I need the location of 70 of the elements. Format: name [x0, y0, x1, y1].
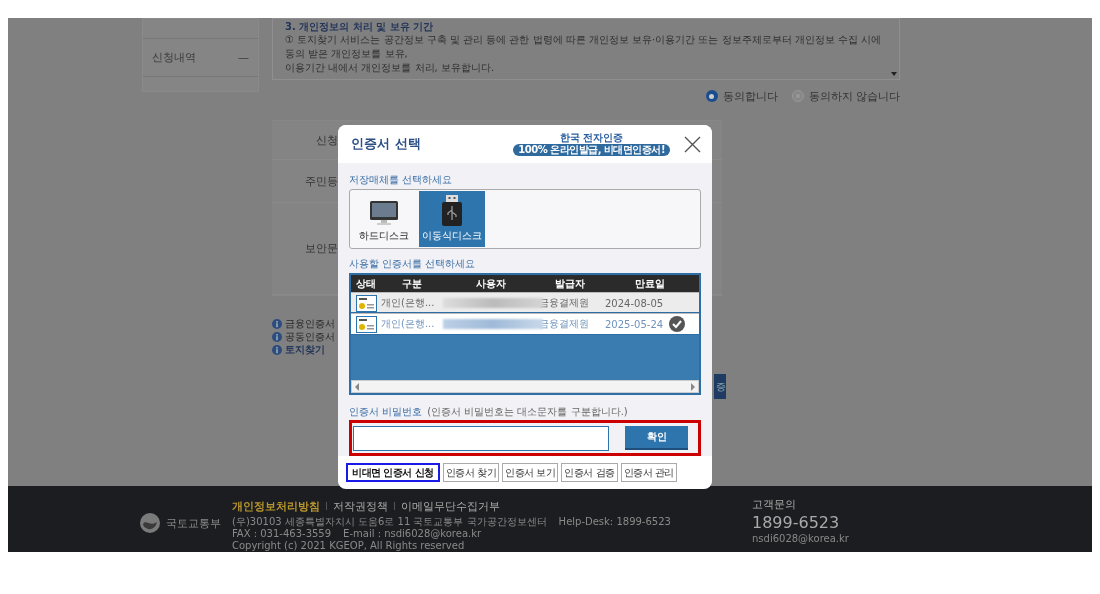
copyright-text: Copyright (c) 2021 KGEOP, All Rights reserved: [232, 540, 466, 552]
sidebar-item[interactable]: 신청내역 —: [143, 38, 258, 77]
notice-text: 금융인증서: [285, 316, 335, 331]
password-label: 인증서 비밀번호: [349, 405, 423, 419]
certificate-row[interactable]: 개인(은행... 금융결제원 2024-08-05: [351, 292, 699, 313]
table-cell-text: 금융결제원: [539, 317, 590, 331]
brand-logo: 한국 전자인증: [559, 132, 624, 143]
check-icon: [669, 316, 686, 332]
certificate-action-button[interactable]: 인증서 검증: [561, 463, 618, 482]
certificate-action-button[interactable]: 인증서 보기: [502, 463, 559, 482]
brand-slogan: 100% 온라인발급, 비대면인증서!: [513, 144, 670, 156]
contact-label: 고객문의: [752, 498, 797, 511]
certificate-icon: [355, 294, 377, 312]
column-header: 발급자: [554, 276, 586, 291]
emblem-logo-icon: [140, 513, 160, 533]
close-icon[interactable]: [684, 135, 701, 153]
password-field[interactable]: [353, 425, 609, 451]
terms-text: 이용기간 내에서 개인정보를 처리, 보유합니다.: [285, 61, 496, 75]
footer-address: FAX : 031-463-3559: [232, 528, 332, 540]
horizontal-scrollbar[interactable]: [351, 380, 699, 393]
info-icon: [272, 344, 282, 355]
section-label: 저장매체를 선택하세요: [349, 174, 454, 186]
storage-option[interactable]: 이동식디스크: [419, 191, 485, 247]
footer-address: (우)30103 세종특별자치시 도움6로 11 국토교통부 국가공간정보센터: [232, 516, 547, 528]
certificate-icon: [355, 315, 377, 333]
field-label: 주민등: [304, 173, 338, 190]
table-cell-text: 금융결제원: [539, 296, 590, 310]
monitor-icon: [368, 199, 400, 226]
section-heading: 3. 개인정보의 처리 및 보유 기간: [285, 20, 435, 33]
scroll-left-icon: [355, 382, 359, 391]
column-header: 사용자: [475, 276, 507, 291]
dialog-title: 인증서 선택: [351, 135, 422, 153]
certificate-action-button[interactable]: 인증서 관리: [620, 463, 677, 482]
scroll-right-icon: [691, 382, 695, 391]
table-cell-text: 개인(은행...: [381, 296, 436, 310]
storage-option[interactable]: 하드디스크: [351, 191, 417, 247]
certificate-action-button[interactable]: 비대면 인증서 신청: [346, 463, 440, 482]
column-header: 구분: [401, 276, 423, 291]
radio-button[interactable]: [791, 90, 804, 102]
certificate-action-button[interactable]: 인증서 찾기: [442, 463, 500, 482]
certificate-row[interactable]: 개인(은행... 금융결제원 2025-05-24: [351, 313, 699, 334]
org-name: 국토교통부: [166, 515, 221, 531]
contact-email: nsdi6028@korea.kr: [752, 533, 849, 545]
table-cell: 2025-05-24: [605, 318, 664, 330]
footer-address: E-mail : nsdi6028@korea.kr: [343, 528, 482, 540]
notice-text: 공동인증서: [285, 329, 335, 344]
footer-link[interactable]: 개인정보처리방침: [232, 498, 320, 514]
column-header: 상태: [355, 276, 377, 291]
action-button[interactable]: 증: [714, 374, 726, 399]
info-icon: [272, 331, 282, 342]
table-cell: 2024-08-05: [605, 297, 664, 309]
info-icon: [272, 318, 282, 329]
footer-address: Help-Desk: 1899-6523: [558, 516, 671, 528]
consent-option[interactable]: 동의합니다: [705, 88, 778, 104]
column-header: 만료일: [634, 276, 666, 291]
footer-link[interactable]: 이메일무단수집거부: [401, 498, 500, 514]
footer-link[interactable]: 저작권정책: [333, 498, 388, 514]
section-label: 사용할 인증서를 선택하세요: [349, 258, 477, 270]
field-label: 신청: [315, 132, 338, 149]
scroll-down-icon: [891, 72, 897, 76]
radio-button[interactable]: [705, 90, 718, 102]
notice-text: 토지찾기: [285, 342, 325, 357]
consent-option[interactable]: 동의하지 않습니다: [791, 88, 900, 104]
field-label: 보안문: [304, 241, 338, 257]
password-hint: (인증서 비밀번호는 대소문자를 구분합니다.): [427, 405, 628, 419]
confirm-button[interactable]: 확인: [625, 426, 688, 450]
terms-text: ① 토지찾기 서비스는 공간정보 구축 및 관리 등에 관한 법령에 따른 개인정보 보유·이용기간 또는 정보주체로부터 개인정보 수집 시에 동의 받은 개인정보를 보유,: [285, 33, 883, 61]
usb-drive-icon: [440, 195, 464, 226]
table-cell-text: 개인(은행...: [381, 317, 436, 331]
phone-number: 1899-6523: [752, 513, 841, 533]
